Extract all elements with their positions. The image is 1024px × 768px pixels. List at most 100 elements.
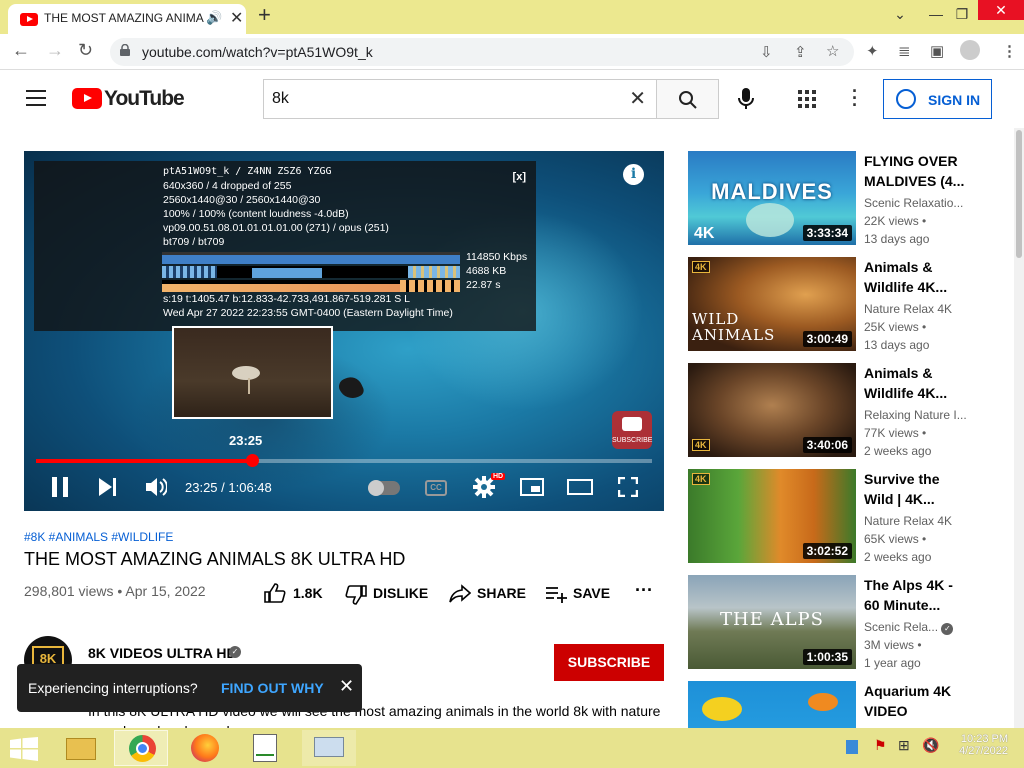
video-thumbnail[interactable]: MALDIVES 4K 3:33:34 [688,151,856,245]
pause-icon[interactable] [51,477,69,497]
new-tab-button[interactable]: + [258,2,271,28]
recommended-channel[interactable]: Nature Relax 4K [864,302,970,316]
stats-close-button[interactable]: [x] [513,171,526,183]
maximize-icon[interactable]: ❐ [952,0,972,30]
settings-more-icon[interactable]: · · · [852,82,858,114]
hashtags[interactable]: #8K #ANIMALS #WILDLIFE [24,530,173,544]
share-icon[interactable]: ⇪ [794,43,807,61]
system-clock[interactable]: 10:23 PM 4/27/2022 [950,733,1008,757]
recommended-views: 65K views • [864,532,927,546]
bookmark-star-icon[interactable]: ☆ [826,42,839,60]
subscribe-button[interactable]: SUBSCRIBE [554,644,664,681]
search-button[interactable] [656,79,719,119]
progress-bar[interactable] [36,454,652,467]
4k-badge: 4K [692,261,710,273]
task-manager-icon[interactable] [238,730,292,766]
close-tab-icon[interactable]: ✕ [230,8,243,28]
recommended-channel[interactable]: Scenic Relaxatio... [864,196,970,210]
recommended-video[interactable]: 4K 3:40:06 Animals & Wildlife 4K... Rela… [688,363,978,463]
video-thumbnail[interactable] [688,681,856,728]
profile-avatar-icon[interactable] [960,40,980,60]
video-player[interactable]: [x] Video ID / sCPNptA51WO9t_k / Z4NN ZS… [24,151,664,511]
time-display: 23:25 / 1:06:48 [185,480,272,495]
video-duration: 3:40:06 [802,437,852,453]
theater-mode-icon[interactable] [567,479,593,495]
autoplay-toggle[interactable] [368,480,400,496]
find-out-why-link[interactable]: FIND OUT WHY [221,680,324,696]
4k-badge: 4K [694,225,715,242]
hamburger-menu-icon[interactable] [26,90,46,106]
lock-icon [120,44,130,56]
reload-icon[interactable]: ↻ [78,40,93,61]
progress-scrubber[interactable] [245,454,259,467]
side-panel-icon[interactable]: ▣ [930,42,944,60]
recommended-views: 3M views • [864,638,922,652]
apps-grid-icon[interactable] [798,90,816,108]
volume-icon[interactable] [145,477,167,497]
browser-menu-icon[interactable]: ⋮ [1002,42,1017,60]
media-control-icon[interactable]: ≣ [898,42,911,60]
play-button-icon [622,417,642,431]
video-thumbnail[interactable]: THE ALPS 1:00:35 [688,575,856,669]
channel-name[interactable]: 8K VIDEOS ULTRA HD [88,645,237,661]
clear-search-icon[interactable]: ✕ [629,86,646,111]
recommended-video[interactable]: Aquarium 4K VIDEO (ULTRA... [688,681,978,728]
recommended-channel[interactable]: Scenic Rela... ✓ [864,620,970,635]
info-icon[interactable]: i [623,164,644,185]
back-icon[interactable]: ← [12,40,30,61]
sign-in-button[interactable]: SIGN IN [883,79,992,119]
recommended-title[interactable]: Animals & Wildlife 4K... [864,363,970,403]
recommended-title[interactable]: Animals & Wildlife 4K... [864,257,970,297]
recommended-video[interactable]: MALDIVES 4K 3:33:34 FLYING OVER MALDIVES… [688,151,978,251]
recommended-title[interactable]: FLYING OVER MALDIVES (4... [864,151,970,191]
volume-muted-icon[interactable]: 🔇 [922,737,939,754]
file-explorer-icon[interactable] [54,730,108,766]
scrollbar-thumb[interactable] [1016,130,1022,258]
close-window-icon[interactable]: ✕ [978,0,1024,20]
recommended-title[interactable]: Aquarium 4K VIDEO (ULTRA... [864,681,970,721]
recommended-video[interactable]: 4K WILD ANIMALS 3:00:49 Animals & Wildli… [688,257,978,357]
recommended-age: 1 year ago [864,656,921,670]
action-center-flag-icon[interactable]: ⚑ [874,737,887,754]
miniplayer-icon[interactable] [520,478,544,496]
tab-search-icon[interactable]: ⌄ [888,0,912,30]
install-icon[interactable]: ⇩ [760,43,773,61]
tray-app-icon[interactable] [846,740,858,754]
next-icon[interactable] [98,478,118,496]
recommended-age: 2 weeks ago [864,444,932,458]
save-label: SAVE [573,585,611,601]
youtube-favicon-icon [20,13,38,26]
recommended-title[interactable]: The Alps 4K - 60 Minute... [864,575,970,615]
firefox-icon[interactable] [178,730,232,766]
toast-close-icon[interactable]: ✕ [339,676,354,697]
video-thumbnail[interactable]: 4K WILD ANIMALS 3:00:49 [688,257,856,351]
recommended-video[interactable]: 4K 3:02:52 Survive the Wild | 4K... Natu… [688,469,978,569]
remote-desktop-icon[interactable] [302,730,356,766]
minimize-icon[interactable]: — [926,0,946,30]
forward-icon[interactable]: → [46,40,64,61]
fullscreen-icon[interactable] [618,477,638,497]
microphone-icon[interactable] [736,87,756,111]
windows-start-icon[interactable] [10,737,38,761]
recommended-video[interactable]: THE ALPS 1:00:35 The Alps 4K - 60 Minute… [688,575,978,675]
chrome-icon[interactable] [114,730,168,766]
subscribe-watermark[interactable]: SUBSCRIBE [612,411,652,449]
recommended-channel[interactable]: Relaxing Nature I... [864,408,970,422]
tab-title: THE MOST AMAZING ANIMALS 8K ULTRA HD [44,11,204,25]
search-query: 8k [272,90,289,107]
extensions-icon[interactable]: ✦ [866,42,879,60]
address-bar[interactable]: youtube.com/watch?v=ptA51WO9t_k ⇩ ⇪ ☆ [110,38,854,66]
recommended-title[interactable]: Survive the Wild | 4K... [864,469,970,509]
recommended-channel[interactable]: Nature Relax 4K [864,514,970,528]
browser-tab[interactable]: THE MOST AMAZING ANIMALS 8K ULTRA HD 🔊 ✕ [8,4,246,34]
video-thumbnail[interactable]: 4K 3:40:06 [688,363,856,457]
url-text: youtube.com/watch?v=ptA51WO9t_k [142,44,373,60]
video-thumbnail[interactable]: 4K 3:02:52 [688,469,856,563]
more-actions-icon[interactable]: ··· [635,580,653,601]
search-input[interactable]: 8k ✕ [263,79,656,119]
captions-button[interactable]: CC [425,480,447,496]
youtube-play-logo-icon [72,88,102,109]
speaker-icon[interactable]: 🔊 [206,10,222,26]
network-icon[interactable]: ⊞ [898,737,910,754]
page-scrollbar[interactable] [1014,128,1024,728]
